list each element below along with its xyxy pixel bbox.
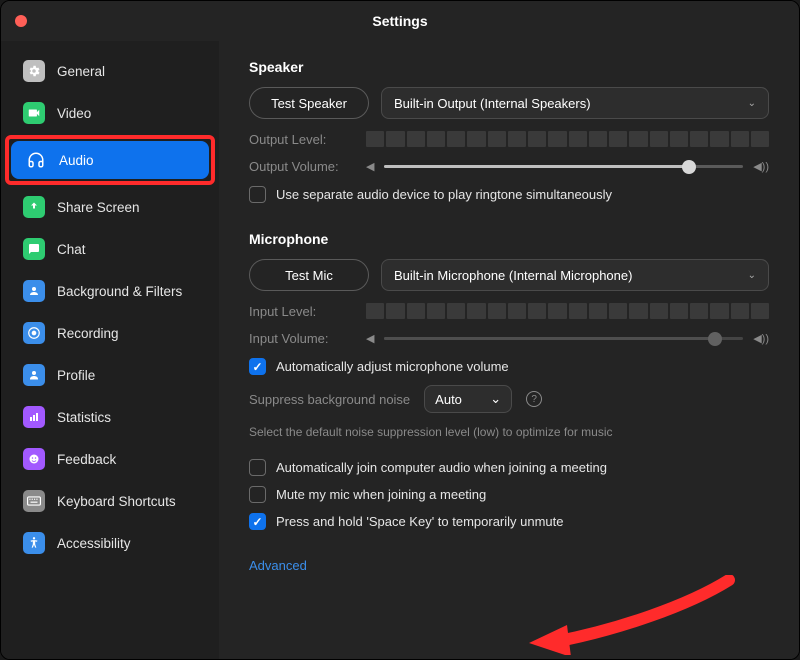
output-level-label: Output Level: [249,132,354,147]
test-mic-button[interactable]: Test Mic [249,259,369,291]
mute-on-join-label: Mute my mic when joining a meeting [276,487,486,502]
speaker-device-select[interactable]: Built-in Output (Internal Speakers) ⌄ [381,87,769,119]
auto-join-audio-label: Automatically join computer audio when j… [276,460,607,475]
suppress-noise-select[interactable]: Auto ⌄ [424,385,512,413]
audio-settings-panel: Speaker Test Speaker Built-in Output (In… [219,41,799,659]
volume-high-icon: ◀)) [753,332,769,345]
chevron-down-icon: ⌄ [490,391,501,407]
keyboard-icon [23,490,45,512]
microphone-heading: Microphone [249,231,769,247]
output-volume-label: Output Volume: [249,159,354,174]
output-level-meter [366,131,769,147]
chevron-down-icon: ⌄ [748,98,756,109]
advanced-link[interactable]: Advanced [249,558,307,573]
sidebar-item-label: Feedback [57,452,116,467]
input-volume-label: Input Volume: [249,331,354,346]
sidebar-item-share-screen[interactable]: Share Screen [9,188,211,226]
volume-high-icon: ◀)) [753,160,769,173]
chevron-down-icon: ⌄ [748,270,756,281]
sidebar-item-label: Profile [57,368,95,383]
suppress-noise-help-text: Select the default noise suppression lev… [249,425,769,439]
sidebar-item-statistics[interactable]: Statistics [9,398,211,436]
sidebar-item-label: Recording [57,326,119,341]
sidebar-item-profile[interactable]: Profile [9,356,211,394]
video-icon [23,102,45,124]
sidebar-item-chat[interactable]: Chat [9,230,211,268]
sidebar-item-label: Keyboard Shortcuts [57,494,176,509]
sidebar-item-label: Chat [57,242,86,257]
speaker-heading: Speaker [249,59,769,75]
background-icon [23,280,45,302]
auto-join-audio-checkbox[interactable] [249,459,266,476]
sidebar-item-label: Background & Filters [57,284,182,299]
output-volume-slider[interactable] [384,165,743,168]
chat-icon [23,238,45,260]
sidebar-item-label: Video [57,106,91,121]
window-body: General Video Audio [1,41,799,659]
sidebar-item-feedback[interactable]: Feedback [9,440,211,478]
accessibility-icon [23,532,45,554]
sidebar-item-general[interactable]: General [9,52,211,90]
sidebar-item-label: Audio [59,153,94,168]
headphones-icon [25,149,47,171]
highlight-annotation: Audio [5,135,215,185]
mute-on-join-checkbox[interactable] [249,486,266,503]
sidebar-item-label: Statistics [57,410,111,425]
separate-ringtone-checkbox[interactable] [249,186,266,203]
space-unmute-label: Press and hold 'Space Key' to temporaril… [276,514,564,529]
window-controls [15,15,27,27]
input-volume-slider[interactable] [384,337,743,340]
input-level-meter [366,303,769,319]
window-title: Settings [1,13,799,29]
sidebar-item-label: Accessibility [57,536,131,551]
mic-device-value: Built-in Microphone (Internal Microphone… [394,268,632,283]
test-speaker-button[interactable]: Test Speaker [249,87,369,119]
auto-adjust-mic-checkbox[interactable] [249,358,266,375]
sidebar-item-video[interactable]: Video [9,94,211,132]
arrow-annotation [529,575,739,655]
volume-low-icon: ◀ [366,332,374,345]
sidebar-item-audio[interactable]: Audio [11,141,209,179]
sidebar-item-background-filters[interactable]: Background & Filters [9,272,211,310]
profile-icon [23,364,45,386]
speaker-device-value: Built-in Output (Internal Speakers) [394,96,591,111]
sidebar-item-recording[interactable]: Recording [9,314,211,352]
share-screen-icon [23,196,45,218]
suppress-noise-value: Auto [435,392,462,407]
volume-low-icon: ◀ [366,160,374,173]
auto-adjust-mic-label: Automatically adjust microphone volume [276,359,509,374]
mic-device-select[interactable]: Built-in Microphone (Internal Microphone… [381,259,769,291]
feedback-icon [23,448,45,470]
suppress-noise-label: Suppress background noise [249,392,410,407]
separate-ringtone-label: Use separate audio device to play ringto… [276,187,612,202]
input-level-label: Input Level: [249,304,354,319]
sidebar-item-label: Share Screen [57,200,140,215]
sidebar-item-accessibility[interactable]: Accessibility [9,524,211,562]
settings-window: Settings General Video [0,0,800,660]
gear-icon [23,60,45,82]
statistics-icon [23,406,45,428]
recording-icon [23,322,45,344]
help-icon[interactable]: ? [526,391,542,407]
close-window-button[interactable] [15,15,27,27]
sidebar-item-keyboard-shortcuts[interactable]: Keyboard Shortcuts [9,482,211,520]
titlebar: Settings [1,1,799,41]
sidebar: General Video Audio [1,41,219,659]
space-unmute-checkbox[interactable] [249,513,266,530]
sidebar-item-label: General [57,64,105,79]
